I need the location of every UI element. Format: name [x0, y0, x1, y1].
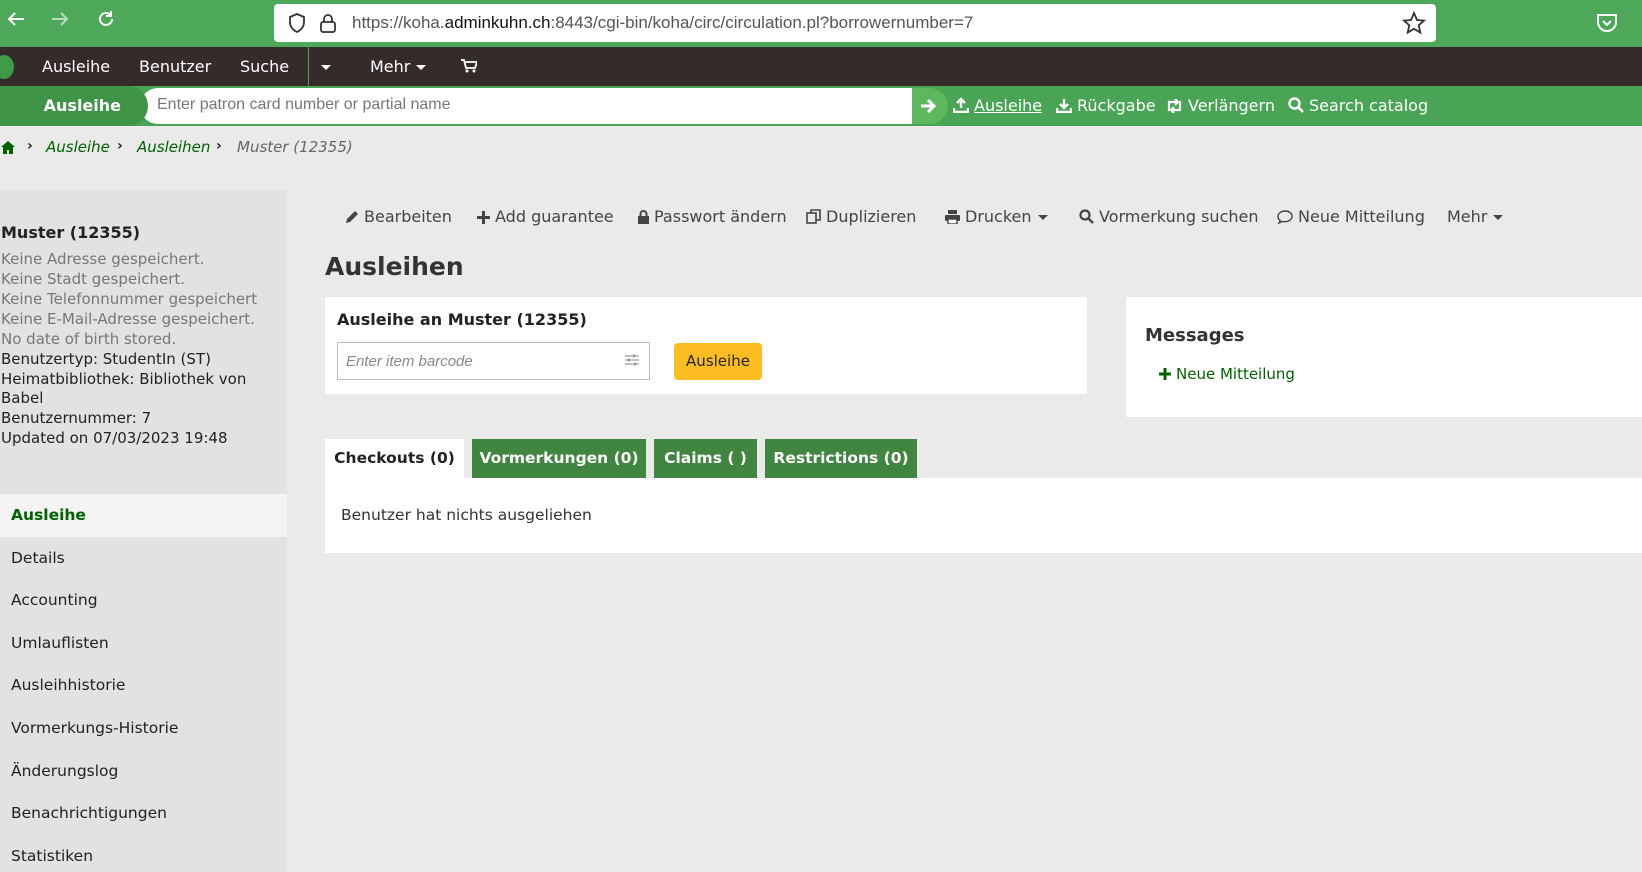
sidebar-item-aenderungslog[interactable]: Änderungslog [0, 750, 287, 793]
pocket-icon[interactable] [1594, 10, 1620, 36]
circulation-search-bar: Enter patron card number or partial name… [0, 86, 1642, 126]
plus-icon [477, 211, 490, 224]
sidebar-item-ausleihe[interactable]: Ausleihe [0, 494, 287, 537]
patron-email: Keine E-Mail-Adresse gespeichert. [1, 310, 255, 328]
print-dropdown[interactable]: Drucken [945, 200, 1048, 234]
download-icon [1056, 99, 1072, 113]
tab-restrictions[interactable]: Restrictions (0) [765, 439, 917, 478]
reload-icon[interactable] [92, 9, 120, 37]
retweet-icon [1167, 99, 1182, 113]
sidebar-item-statistiken[interactable]: Statistiken [0, 835, 287, 872]
breadcrumb-current: Muster (12355) [237, 138, 353, 156]
nav-ausleihe[interactable]: Ausleihe [42, 47, 110, 86]
page-title: Ausleihen [325, 252, 464, 281]
cart-icon[interactable] [461, 47, 479, 86]
back-icon[interactable] [2, 9, 30, 37]
forward-icon[interactable] [46, 9, 74, 37]
duplicate-button[interactable]: Duplizieren [806, 200, 916, 234]
messages-panel: Messages Neue Mitteilung [1126, 297, 1642, 417]
sidebar-item-vormerkungs-historie[interactable]: Vormerkungs-Historie [0, 707, 287, 750]
search-icon [1288, 97, 1304, 113]
sidebar-item-umlauflisten[interactable]: Umlauflisten [0, 622, 287, 665]
patron-updated: Updated on 07/03/2023 19:48 [1, 429, 228, 447]
link-search-catalog[interactable]: Search catalog [1288, 86, 1428, 126]
home-icon[interactable] [0, 140, 16, 155]
print-icon [945, 210, 960, 224]
add-message-link[interactable]: Neue Mitteilung [1159, 365, 1295, 383]
link-ausleihe[interactable]: Ausleihe [953, 86, 1042, 126]
circ-search-tab[interactable]: Ausleihe [0, 86, 148, 126]
pencil-icon [346, 211, 358, 223]
edit-button[interactable]: Bearbeiten [345, 200, 452, 234]
browser-toolbar: https://koha.adminkuhn.ch:8443/cgi-bin/k… [0, 0, 1642, 47]
checkout-panel: Ausleihe an Muster (12355) Enter item ba… [325, 297, 1087, 394]
messages-title: Messages [1145, 325, 1245, 346]
patron-category: Benutzertyp: StudentIn (ST) [1, 350, 211, 368]
checkout-submit-button[interactable]: Ausleihe [674, 343, 762, 380]
barcode-input[interactable]: Enter item barcode [337, 342, 650, 380]
link-rueckgabe[interactable]: Rückgabe [1056, 86, 1156, 126]
shield-icon[interactable] [288, 13, 306, 33]
sidebar-item-benachrichtigungen[interactable]: Benachrichtigungen [0, 792, 287, 835]
sidebar-item-details[interactable]: Details [0, 537, 287, 580]
koha-main-nav: Ausleihe Benutzer Suche Mehr [0, 47, 1642, 86]
checkouts-panel: Benutzer hat nichts ausgeliehen [325, 478, 1642, 553]
bookmark-star-icon[interactable] [1402, 11, 1426, 35]
patron-sidebar: Muster (12355) Keine Adresse gespeichert… [0, 190, 287, 872]
link-verlaengern[interactable]: Verlängern [1166, 86, 1275, 126]
koha-logo[interactable] [0, 55, 14, 79]
nav-mehr[interactable]: Mehr [370, 47, 427, 86]
breadcrumb-ausleihe[interactable]: Ausleihe [46, 138, 110, 156]
nav-suche[interactable]: Suche [240, 47, 289, 86]
url-text: https://koha.adminkuhn.ch:8443/cgi-bin/k… [352, 13, 974, 32]
patron-search-input[interactable]: Enter patron card number or partial name [140, 88, 918, 124]
more-dropdown[interactable]: Mehr [1447, 200, 1504, 234]
copy-icon [806, 209, 821, 224]
lock-icon[interactable] [319, 13, 337, 33]
change-password-button[interactable]: Passwort ändern [638, 200, 787, 234]
nav-benutzer[interactable]: Benutzer [139, 47, 211, 86]
comment-icon [1277, 210, 1293, 224]
url-bar[interactable]: https://koha.adminkuhn.ch:8443/cgi-bin/k… [274, 4, 1436, 42]
nav-divider [308, 47, 309, 86]
sliders-icon[interactable] [625, 353, 639, 367]
checkout-title: Ausleihe an Muster (12355) [337, 310, 587, 329]
search-hold-button[interactable]: Vormerkung suchen [1079, 200, 1259, 234]
sidebar-item-ausleihhistorie[interactable]: Ausleihhistorie [0, 664, 287, 707]
tab-checkouts[interactable]: Checkouts (0) [325, 439, 464, 478]
patron-dob: No date of birth stored. [1, 330, 177, 348]
patron-library-cont: Babel [1, 389, 44, 407]
sidebar-item-accounting[interactable]: Accounting [0, 579, 287, 622]
patron-address: Keine Adresse gespeichert. [1, 250, 205, 268]
nav-dropdown-toggle[interactable] [321, 47, 331, 86]
tab-claims[interactable]: Claims ( ) [654, 439, 757, 478]
search-submit-button[interactable] [912, 88, 948, 124]
patron-city: Keine Stadt gespeichert. [1, 270, 186, 288]
lock-icon [638, 210, 649, 224]
patron-phone: Keine Telefonnummer gespeichert [1, 290, 258, 308]
breadcrumb-ausleihen[interactable]: Ausleihen [137, 138, 210, 156]
plus-icon [1159, 368, 1171, 380]
new-message-button[interactable]: Neue Mitteilung [1277, 200, 1425, 234]
patron-library: Heimatbibliothek: Bibliothek von [1, 370, 247, 388]
patron-menu: Ausleihe Details Accounting Umlauflisten… [0, 494, 287, 872]
upload-icon [953, 97, 969, 113]
patron-name: Muster (12355) [1, 223, 141, 242]
patron-info: Muster (12355) Keine Adresse gespeichert… [0, 190, 287, 494]
patron-number: Benutzernummer: 7 [1, 409, 152, 427]
tab-holds[interactable]: Vormerkungen (0) [472, 439, 646, 478]
add-guarantee-button[interactable]: Add guarantee [477, 200, 614, 234]
search-icon [1079, 209, 1094, 224]
arrow-right-icon [921, 98, 937, 114]
no-checkouts-text: Benutzer hat nichts ausgeliehen [341, 506, 592, 524]
